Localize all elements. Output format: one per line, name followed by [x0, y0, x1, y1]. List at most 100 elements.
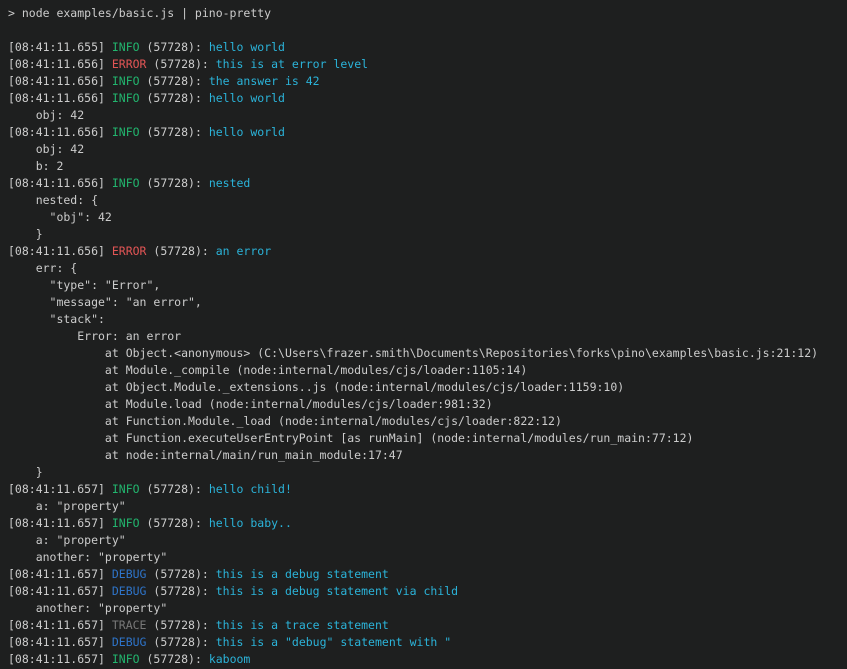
log-detail-text: another: "property"	[8, 550, 167, 564]
log-timestamp: [08:41:11.656]	[8, 57, 112, 71]
log-level: DEBUG	[112, 635, 147, 649]
log-timestamp: [08:41:11.655]	[8, 40, 112, 54]
log-message: kaboom	[209, 652, 251, 666]
log-detail-line: a: "property"	[8, 498, 843, 515]
log-line: [08:41:11.657] INFO (57728): hello child…	[8, 481, 843, 498]
blank-line	[8, 22, 843, 39]
log-timestamp: [08:41:11.656]	[8, 244, 112, 258]
terminal-window: > node examples/basic.js | pino-pretty […	[0, 0, 847, 669]
log-detail-text: Error: an error	[8, 329, 181, 343]
log-detail-text: "type": "Error",	[8, 278, 160, 292]
log-detail-line: at Module.load (node:internal/modules/cj…	[8, 396, 843, 413]
log-detail-text: obj: 42	[8, 142, 84, 156]
log-detail-line: at Function.executeUserEntryPoint [as ru…	[8, 430, 843, 447]
log-detail-text: at Module.load (node:internal/modules/cj…	[8, 397, 493, 411]
log-detail-text: "message": "an error",	[8, 295, 202, 309]
log-level: INFO	[112, 482, 140, 496]
log-detail-text: at Module._compile (node:internal/module…	[8, 363, 527, 377]
log-line: [08:41:11.657] TRACE (57728): this is a …	[8, 617, 843, 634]
log-line: [08:41:11.656] ERROR (57728): an error	[8, 243, 843, 260]
log-detail-text: }	[8, 227, 43, 241]
log-detail-line: Error: an error	[8, 328, 843, 345]
log-timestamp: [08:41:11.656]	[8, 91, 112, 105]
log-detail-text: nested: {	[8, 193, 98, 207]
log-pid: (57728):	[146, 618, 215, 632]
log-detail-line: obj: 42	[8, 107, 843, 124]
log-detail-line: at node:internal/main/run_main_module:17…	[8, 447, 843, 464]
log-line: [08:41:11.656] INFO (57728): nested	[8, 175, 843, 192]
log-pid: (57728):	[146, 57, 215, 71]
log-message: nested	[209, 176, 251, 190]
log-pid: (57728):	[146, 635, 215, 649]
log-message: this is a trace statement	[216, 618, 389, 632]
log-level: ERROR	[112, 244, 147, 258]
log-pid: (57728):	[140, 652, 209, 666]
log-level: TRACE	[112, 618, 147, 632]
log-detail-line: b: 2	[8, 158, 843, 175]
log-detail-text: at node:internal/main/run_main_module:17…	[8, 448, 403, 462]
log-level: INFO	[112, 91, 140, 105]
log-line: [08:41:11.657] DEBUG (57728): this is a …	[8, 583, 843, 600]
log-detail-line: another: "property"	[8, 549, 843, 566]
log-message: hello world	[209, 40, 285, 54]
log-detail-text: a: "property"	[8, 533, 126, 547]
log-level: DEBUG	[112, 584, 147, 598]
log-detail-text: b: 2	[8, 159, 63, 173]
log-level: DEBUG	[112, 567, 147, 581]
log-timestamp: [08:41:11.657]	[8, 482, 112, 496]
log-message: hello child!	[209, 482, 292, 496]
log-detail-line: at Module._compile (node:internal/module…	[8, 362, 843, 379]
log-message: hello world	[209, 125, 285, 139]
log-message: hello world	[209, 91, 285, 105]
log-timestamp: [08:41:11.656]	[8, 74, 112, 88]
log-pid: (57728):	[140, 74, 209, 88]
log-timestamp: [08:41:11.657]	[8, 567, 112, 581]
log-detail-line: "type": "Error",	[8, 277, 843, 294]
log-timestamp: [08:41:11.657]	[8, 635, 112, 649]
log-line: [08:41:11.655] INFO (57728): hello world	[8, 39, 843, 56]
log-message: an error	[216, 244, 271, 258]
log-pid: (57728):	[146, 584, 215, 598]
log-detail-text: err: {	[8, 261, 77, 275]
log-pid: (57728):	[146, 244, 215, 258]
log-detail-text: at Function.executeUserEntryPoint [as ru…	[8, 431, 693, 445]
log-line: [08:41:11.657] DEBUG (57728): this is a …	[8, 634, 843, 651]
log-detail-line: err: {	[8, 260, 843, 277]
log-detail-line: nested: {	[8, 192, 843, 209]
log-detail-line: "stack":	[8, 311, 843, 328]
log-line: [08:41:11.656] ERROR (57728): this is at…	[8, 56, 843, 73]
log-level: INFO	[112, 125, 140, 139]
log-level: INFO	[112, 40, 140, 54]
log-level: INFO	[112, 74, 140, 88]
log-detail-text: "obj": 42	[8, 210, 112, 224]
log-detail-text: at Object.<anonymous> (C:\Users\frazer.s…	[8, 346, 818, 360]
command-text: > node examples/basic.js | pino-pretty	[8, 6, 271, 20]
log-pid: (57728):	[140, 482, 209, 496]
log-level: INFO	[112, 516, 140, 530]
log-detail-line: a: "property"	[8, 532, 843, 549]
log-timestamp: [08:41:11.657]	[8, 652, 112, 666]
log-pid: (57728):	[140, 125, 209, 139]
log-detail-line: at Function.Module._load (node:internal/…	[8, 413, 843, 430]
log-message: this is a debug statement via child	[216, 584, 458, 598]
log-timestamp: [08:41:11.656]	[8, 125, 112, 139]
log-detail-line: obj: 42	[8, 141, 843, 158]
log-message: this is a debug statement	[216, 567, 389, 581]
log-timestamp: [08:41:11.656]	[8, 176, 112, 190]
log-detail-text: }	[8, 465, 43, 479]
log-detail-text: another: "property"	[8, 601, 167, 615]
log-detail-line: another: "property"	[8, 600, 843, 617]
log-level: INFO	[112, 176, 140, 190]
log-level: ERROR	[112, 57, 147, 71]
log-pid: (57728):	[140, 176, 209, 190]
log-timestamp: [08:41:11.657]	[8, 584, 112, 598]
log-pid: (57728):	[140, 516, 209, 530]
log-message: this is a "debug" statement with "	[216, 635, 451, 649]
log-line: [08:41:11.656] INFO (57728): hello world	[8, 124, 843, 141]
log-pid: (57728):	[140, 91, 209, 105]
log-line: [08:41:11.656] INFO (57728): hello world	[8, 90, 843, 107]
log-pid: (57728):	[146, 567, 215, 581]
log-detail-line: "message": "an error",	[8, 294, 843, 311]
log-timestamp: [08:41:11.657]	[8, 618, 112, 632]
log-detail-text: at Object.Module._extensions..js (node:i…	[8, 380, 624, 394]
